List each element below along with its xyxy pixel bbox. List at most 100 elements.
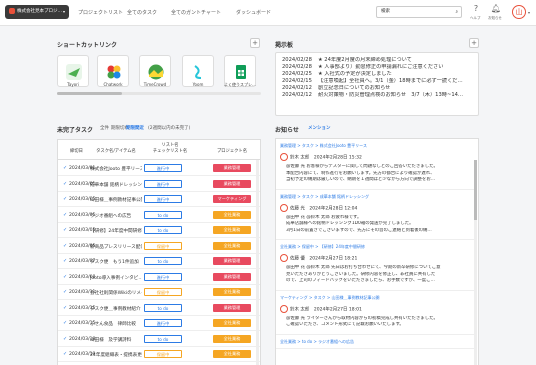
task-name[interactable]: ラジオ番組への広告 <box>90 213 142 219</box>
task-name[interactable]: 株式会社Jooto 豊平リース <box>90 166 142 172</box>
filter-due-soon[interactable]: 期限間近 <box>126 125 144 131</box>
news-breadcrumb[interactable]: 全社業務 > to do > ラジオ番組への広告 <box>280 339 354 345</box>
task-name[interactable]: タスク便 もう1件追加 <box>90 259 142 265</box>
check-icon[interactable]: ✓ <box>63 227 67 233</box>
chevron-down-icon[interactable]: ▾ <box>528 10 530 15</box>
task-name[interactable]: 会社社則関係Wikiのリメイ… <box>90 290 142 296</box>
news-breadcrumb[interactable]: マーケティング > タスク > 山田様＿事例教材記事公開 <box>280 295 379 301</box>
scroll-thumb[interactable] <box>57 92 122 95</box>
help-icon[interactable]: ? <box>468 4 484 13</box>
board-row[interactable]: 2024/02/12 創立記念日についてのお知らせ <box>282 85 472 92</box>
project-badge[interactable]: 全社業務 <box>213 241 251 250</box>
check-icon[interactable]: ✓ <box>63 165 67 171</box>
table-row[interactable]: ✓ 2024/03/05 新商品プレスリリース配信 保留中 全社業務 <box>58 239 260 254</box>
search-icon[interactable]: ⌕ <box>455 8 458 18</box>
news-scrollbar[interactable] <box>474 160 477 365</box>
news-breadcrumb[interactable]: 業務管理 > タスク > 成華本舗 銘柄ドレッシング <box>280 194 369 200</box>
board-row[interactable]: 2024/02/28 ★ 人事部より）勤怠修正の申請漏れにご注意ください <box>282 64 472 71</box>
nav-all-tasks[interactable]: 全てのタスク <box>127 9 157 16</box>
task-name[interactable]: タスク便＿事例教材紹介 <box>90 306 142 312</box>
project-badge[interactable]: 業務管理 <box>213 303 251 312</box>
shortcut-scrollbar[interactable] <box>57 92 261 95</box>
project-badge[interactable]: 全社業務 <box>213 350 251 358</box>
table-row[interactable]: ✓ 2024/03/18 山田様 及学講詩料 to do 全社業務 <box>58 332 260 347</box>
board-text: 創立記念日についてのお知らせ <box>318 85 391 91</box>
bell-icon[interactable]: 🔔︎ <box>488 4 504 13</box>
avatar[interactable]: 山 <box>512 5 526 19</box>
scroll-thumb[interactable] <box>474 160 477 220</box>
news-item[interactable]: 全社業務 > to do > ラジオ番組への広告 <box>276 339 474 349</box>
board-date: 2024/02/15 <box>282 78 312 84</box>
check-icon[interactable]: ✓ <box>63 196 67 202</box>
board-row[interactable]: 2024/02/12 耐火対策物・防災管理点検のお知らせ 3/7（木）13時~14… <box>282 92 472 99</box>
company-switcher[interactable]: 株式会社見本プロジ… ▾ <box>5 5 69 19</box>
news-breadcrumb[interactable]: 全社業務 > 保留中 > 【研修】24年度中間研修 <box>280 244 365 250</box>
project-badge[interactable]: マーケティング <box>213 195 251 203</box>
news-item[interactable]: 業務管理 > タスク > 成華本舗 銘柄ドレッシング 佐藤 光 2024年2月28… <box>276 194 474 240</box>
search-input[interactable]: 検索 ⌕ <box>376 6 462 18</box>
filter-all[interactable]: 全件 <box>100 125 109 131</box>
task-name[interactable]: 【研修】24年度中間研修… <box>90 228 142 234</box>
project-badge[interactable]: 全社業務 <box>213 334 251 343</box>
project-badge[interactable]: 業務管理 <box>213 179 251 188</box>
table-row[interactable]: ✓ 2024/03/05 山田様＿事例教材記事公開 進行中 マーケティング <box>58 192 260 207</box>
col-task-name[interactable]: タスク名/アイテム名 <box>90 148 142 154</box>
table-row[interactable]: ✓2024/03/11会社社則関係Wikiのリメイ…保留中全社業務 <box>58 285 260 300</box>
task-name[interactable]: 山田様 及学講詩料 <box>90 337 142 343</box>
check-icon[interactable]: ✓ <box>63 289 67 295</box>
project-badge[interactable]: 業務管理 <box>213 272 251 281</box>
table-row[interactable]: ✓ 2024/03/15 ふせん食品 律師比較 進行中 全社業務 <box>58 316 260 331</box>
board-row[interactable]: 2024/02/25 ★ 入社式の予定が決定しました <box>282 71 472 78</box>
news-breadcrumb[interactable]: 業務管理 > タスク > 株式会社Jooto 豊平リース <box>280 143 367 149</box>
check-icon[interactable]: ✓ <box>63 181 67 187</box>
task-name[interactable]: 新商品プレスリリース配信 <box>90 244 142 250</box>
check-icon[interactable]: ✓ <box>63 351 67 357</box>
table-row[interactable]: ✓ 2024/03/01 株式会社Jooto 豊平リース 進行中 業務管理 <box>58 161 260 176</box>
nav-all-gantt[interactable]: 全てのガントチャート <box>171 9 221 16</box>
add-post-button[interactable]: + <box>469 38 479 48</box>
check-icon[interactable]: ✓ <box>63 320 67 326</box>
tab-mention[interactable]: メンション <box>308 125 331 131</box>
check-icon[interactable]: ✓ <box>63 305 67 311</box>
news-item[interactable]: マーケティング > タスク > 山田様＿事例教材記事公開 鈴木 太郎 2024年2… <box>276 295 474 335</box>
status-badge: to do <box>144 334 182 343</box>
col-project-name[interactable]: プロジェクト名 <box>208 148 256 154</box>
status-badge: to do <box>144 210 182 219</box>
col-list-name[interactable]: リスト名 チェックリスト名 <box>146 143 194 155</box>
project-badge[interactable]: 業務管理 <box>213 257 251 265</box>
table-row[interactable]: ✓ 2024/03/15 タスク便＿事例教材紹介 to do 業務管理 <box>58 301 260 316</box>
table-row[interactable]: ✓ 2024/03/01 成華本舗 銘柄ドレッシン… 進行中 業務管理 <box>58 177 260 192</box>
check-icon[interactable]: ✓ <box>63 258 67 264</box>
table-row[interactable]: ✓ 2024/03/07 タスク便 もう1件追加 to do 業務管理 <box>58 254 260 269</box>
check-icon[interactable]: ✓ <box>63 243 67 249</box>
col-due-date[interactable]: 締切日 <box>70 148 83 154</box>
task-scrollbar[interactable] <box>256 160 259 365</box>
news-item[interactable]: 全社業務 > 保留中 > 【研修】24年度中間研修 佐藤 優 2024年2月27日… <box>276 244 474 291</box>
task-name[interactable]: Jooto導入事例インタビ… <box>90 275 142 281</box>
task-name[interactable]: 成華本舗 銘柄ドレッシン… <box>90 182 142 188</box>
add-shortcut-button[interactable]: + <box>250 38 260 48</box>
table-row[interactable]: ✓ 2024/03/05 【研修】24年度中間研修… to do 全社業務 <box>58 223 260 238</box>
project-badge[interactable]: 全社業務 <box>213 288 251 296</box>
news-item[interactable]: 業務管理 > タスク > 株式会社Jooto 豊平リース 鈴木 太郎 2024年2… <box>276 143 474 190</box>
news-author: 鈴木 太郎 2024年2月27日 18:01 <box>280 304 362 313</box>
news-line: 当初予定の納期は厳しいので、納期を１週間ほど少なから方向で調整をお… <box>286 177 436 182</box>
project-badge[interactable]: 業務管理 <box>213 164 251 172</box>
project-badge[interactable]: 全社業務 <box>213 319 251 327</box>
nav-dashboard[interactable]: ダッシュボード <box>236 9 271 16</box>
check-icon[interactable]: ✓ <box>63 212 67 218</box>
project-badge[interactable]: 全社業務 <box>213 210 251 219</box>
board-row[interactable]: 2024/02/15 【注意喚起】全社員へ。3/1（金）18時までに必ず一読くだ… <box>282 78 472 85</box>
table-row[interactable]: ✓ 2024/03/08 Jooto導入事例インタビ… 進行中 業務管理 <box>58 270 260 285</box>
task-name[interactable]: 24年度組織表・提携表更新 <box>90 352 142 358</box>
task-name[interactable]: ふせん食品 律師比較 <box>90 321 142 327</box>
status-badge: 保留中 <box>144 350 182 358</box>
table-row[interactable]: ✓ 2024/03/19 24年度組織表・提携表更新 保留中 全社業務 <box>58 347 260 362</box>
project-badge[interactable]: 全社業務 <box>213 226 251 234</box>
nav-project-list[interactable]: プロジェクトリスト <box>78 9 123 16</box>
check-icon[interactable]: ✓ <box>63 336 67 342</box>
task-name[interactable]: 山田様＿事例教材記事公開 <box>90 197 142 203</box>
table-row[interactable]: ✓ 2024/03/05 ラジオ番組への広告 to do 全社業務 <box>58 208 260 223</box>
check-icon[interactable]: ✓ <box>63 274 67 280</box>
board-row[interactable]: 2024/02/28 ★ 24年度2月度の月末締め処理について <box>282 57 472 64</box>
